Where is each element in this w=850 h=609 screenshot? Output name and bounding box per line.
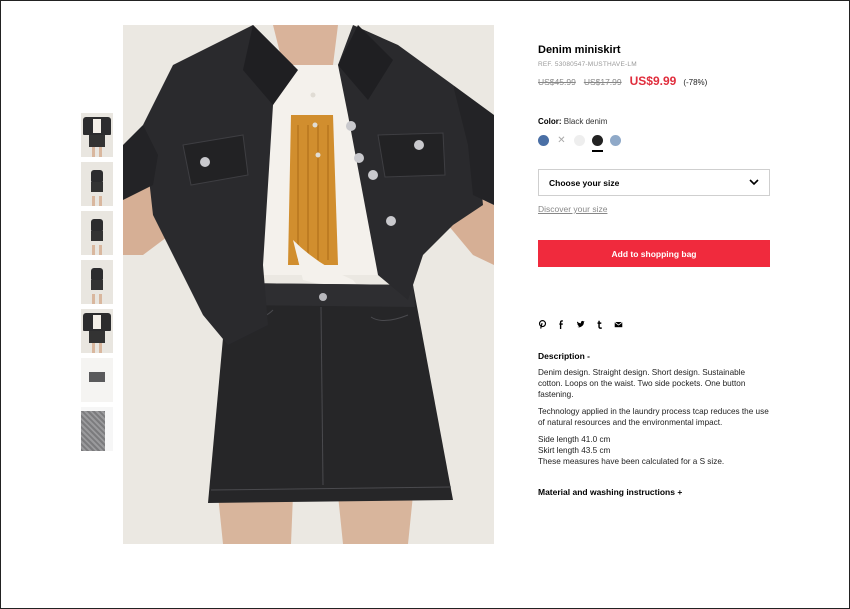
color-swatches: ✕ bbox=[538, 133, 770, 152]
social-share bbox=[538, 318, 770, 330]
description-heading[interactable]: Description - bbox=[538, 351, 770, 361]
thumbnail-2[interactable] bbox=[81, 162, 113, 206]
add-to-bag-button[interactable]: Add to shopping bag bbox=[538, 240, 770, 267]
swatch-light-blue[interactable] bbox=[610, 134, 621, 146]
swatch-black[interactable] bbox=[592, 134, 603, 152]
thumbnail-1[interactable] bbox=[81, 113, 113, 157]
thumbnail-4[interactable] bbox=[81, 260, 113, 304]
twitter-icon[interactable] bbox=[576, 320, 585, 329]
product-title: Denim miniskirt bbox=[538, 44, 621, 56]
description-text-1: Denim design. Straight design. Short des… bbox=[538, 368, 746, 399]
thumbnail-gallery bbox=[81, 113, 113, 456]
swatch-unavailable[interactable]: ✕ bbox=[556, 135, 567, 146]
description-section: Description - Denim design. Straight des… bbox=[538, 351, 770, 467]
color-value: Black denim bbox=[563, 117, 608, 126]
size-select-label: Choose your size bbox=[549, 177, 620, 188]
skirt-length: Skirt length 43.5 cm bbox=[538, 446, 611, 455]
measure-note: These measures have been calculated for … bbox=[538, 457, 725, 466]
color-label-row: Color: Black denim bbox=[538, 117, 770, 126]
swatch-white[interactable] bbox=[574, 134, 585, 146]
thumbnail-5[interactable] bbox=[81, 309, 113, 353]
discount-badge: (-78%) bbox=[683, 78, 708, 87]
price-row: US$45.99 US$17.99 US$9.99 (-78%) bbox=[538, 74, 770, 88]
thumbnail-6[interactable] bbox=[81, 358, 113, 402]
color-label: Color: bbox=[538, 117, 562, 126]
price-current: US$9.99 bbox=[629, 74, 677, 88]
price-original-1: US$45.99 bbox=[538, 77, 576, 87]
thumbnail-3[interactable] bbox=[81, 211, 113, 255]
thumbnail-7[interactable] bbox=[81, 407, 113, 451]
swatch-blue[interactable] bbox=[538, 134, 549, 146]
side-length: Side length 41.0 cm bbox=[538, 435, 611, 444]
material-washing-toggle[interactable]: Material and washing instructions + bbox=[538, 487, 770, 497]
product-reference: REF. 53080547-MUSTHAVE-LM bbox=[538, 61, 637, 68]
product-photo-illustration bbox=[123, 25, 494, 544]
price-original-2: US$17.99 bbox=[583, 77, 622, 87]
description-text-2: Technology applied in the laundry proces… bbox=[538, 407, 769, 427]
email-icon[interactable] bbox=[614, 320, 623, 329]
size-select[interactable]: Choose your size bbox=[538, 169, 770, 196]
tumblr-icon[interactable] bbox=[595, 320, 604, 329]
description-measures: Side length 41.0 cm Skirt length 43.5 cm… bbox=[538, 434, 770, 467]
product-main-image[interactable] bbox=[123, 25, 494, 544]
pinterest-icon[interactable] bbox=[538, 319, 547, 329]
chevron-down-icon bbox=[749, 178, 759, 188]
facebook-icon[interactable] bbox=[557, 319, 566, 329]
product-info: Denim miniskirt REF. 53080547-MUSTHAVE-L… bbox=[538, 43, 770, 497]
discover-size-link[interactable]: Discover your size bbox=[538, 204, 607, 214]
